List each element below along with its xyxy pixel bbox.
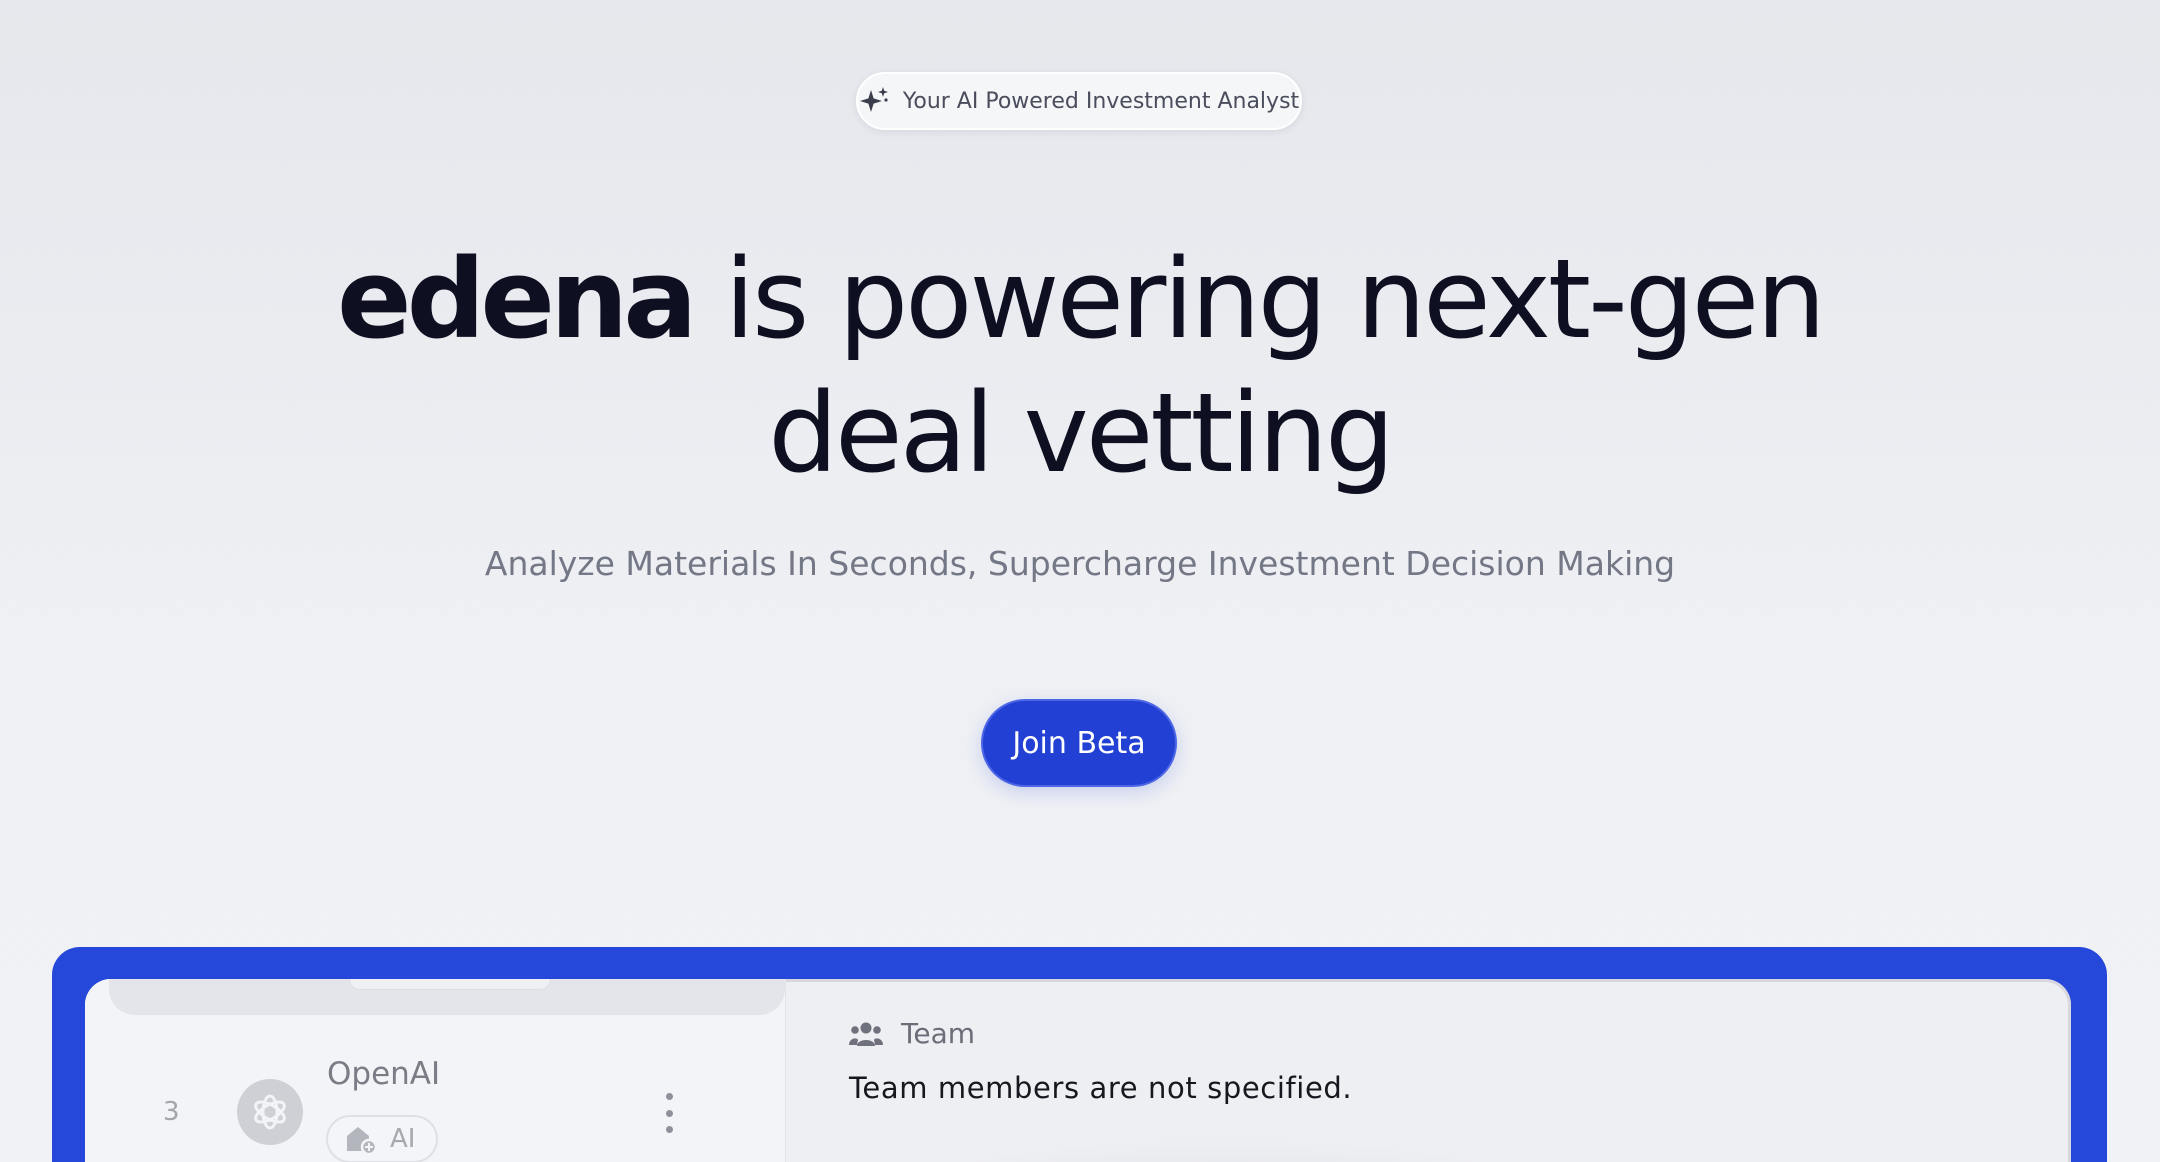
team-icon — [849, 1022, 883, 1046]
previous-list-item — [109, 979, 785, 1015]
kebab-menu-icon[interactable] — [659, 1093, 679, 1133]
previous-item-chip — [349, 979, 551, 990]
kebab-dot — [665, 1126, 673, 1133]
team-section-header: Team — [849, 1017, 975, 1050]
company-list-sidebar: 3 OpenAI AI — [85, 979, 786, 1162]
kebab-dot — [665, 1093, 673, 1100]
kebab-dot — [665, 1109, 673, 1117]
app-preview-window: 3 OpenAI AI Team Team members are not sp… — [85, 979, 2071, 1162]
team-section-body: Team members are not specified. — [849, 1071, 1353, 1105]
openai-logo-icon — [237, 1079, 303, 1145]
team-section-title: Team — [901, 1017, 976, 1050]
category-icon — [347, 1127, 378, 1156]
panel-fade — [845, 1139, 1605, 1162]
sparkle-icon — [859, 87, 888, 112]
brand-name: edena — [337, 235, 697, 363]
company-name: OpenAI — [327, 1056, 441, 1092]
category-tag-label: AI — [390, 1124, 416, 1154]
join-beta-button[interactable]: Join Beta — [981, 699, 1177, 787]
hero-subtitle: Analyze Materials In Seconds, Supercharg… — [484, 544, 1676, 583]
category-tag[interactable]: AI — [326, 1115, 438, 1162]
hero-title-text: is powering next-gen deal vetting — [692, 235, 1826, 497]
hero-badge: Your AI Powered Investment Analyst — [856, 72, 1302, 130]
badge-text: Your AI Powered Investment Analyst — [902, 88, 1300, 114]
openai-logo-glyph — [254, 1094, 286, 1130]
hero-title: edena is powering next-gen deal vetting — [280, 232, 1880, 500]
row-index: 3 — [163, 1097, 180, 1127]
